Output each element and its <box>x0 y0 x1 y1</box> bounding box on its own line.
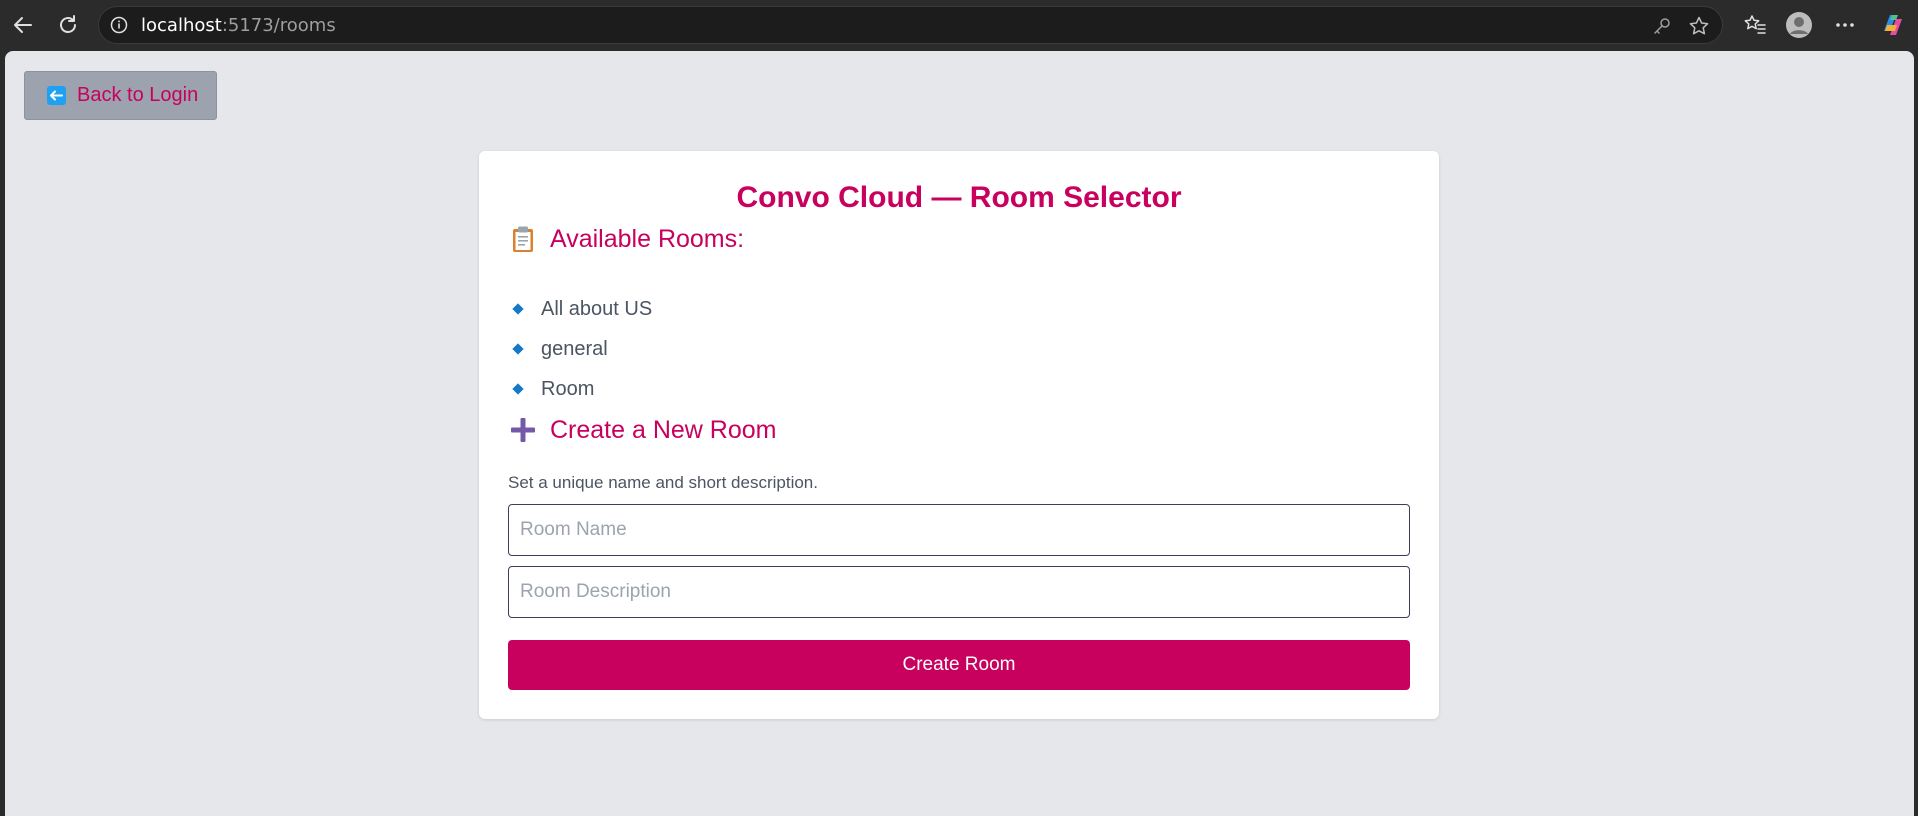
diamond-bullet-icon <box>512 343 524 355</box>
star-icon[interactable] <box>1688 15 1710 37</box>
url-path: :5173/rooms <box>221 15 336 36</box>
room-name: Room <box>541 377 595 400</box>
page-title: Convo Cloud — Room Selector <box>736 181 1182 214</box>
available-rooms-heading: Available Rooms: <box>508 224 744 254</box>
diamond-bullet-icon <box>512 383 524 395</box>
clipboard-icon <box>508 224 538 254</box>
back-to-login-label: Back to Login <box>77 84 199 106</box>
page-viewport: Back to Login Convo Cloud — Room Selecto… <box>5 51 1914 816</box>
address-bar[interactable]: localhost:5173/rooms <box>98 6 1723 44</box>
room-description-input[interactable] <box>508 566 1410 618</box>
copilot-icon[interactable] <box>1877 10 1907 40</box>
diamond-bullet-icon <box>512 303 524 315</box>
create-room-button[interactable]: Create Room <box>508 640 1410 690</box>
create-room-heading: Create a New Room <box>508 415 776 445</box>
room-name-input[interactable] <box>508 504 1410 556</box>
favorites-icon[interactable] <box>1740 10 1770 40</box>
room-list-item[interactable]: general <box>512 329 652 369</box>
reload-icon[interactable] <box>53 10 83 40</box>
key-icon[interactable] <box>1651 15 1673 37</box>
profile-icon[interactable] <box>1784 10 1814 40</box>
create-room-label: Create a New Room <box>550 415 777 444</box>
create-room-subtitle: Set a unique name and short description. <box>508 473 818 492</box>
available-rooms-label: Available Rooms: <box>550 224 745 253</box>
info-icon[interactable] <box>109 15 129 35</box>
browser-toolbar: localhost:5173/rooms <box>0 0 1918 51</box>
plus-icon <box>508 415 538 445</box>
room-name: All about US <box>541 297 653 320</box>
room-list-item[interactable]: All about US <box>512 289 652 329</box>
back-arrow-icon[interactable] <box>8 10 38 40</box>
room-list-item[interactable]: Room <box>512 369 652 409</box>
more-icon[interactable] <box>1830 10 1860 40</box>
url-host: localhost <box>141 15 222 36</box>
back-to-login-button[interactable]: Back to Login <box>24 71 217 120</box>
room-name: general <box>541 337 608 360</box>
room-list: All about US general Room <box>512 289 652 409</box>
left-arrow-icon <box>47 86 66 105</box>
url-text[interactable]: localhost:5173/rooms <box>141 7 336 45</box>
room-selector-card: Convo Cloud — Room Selector Available Ro… <box>479 151 1439 719</box>
